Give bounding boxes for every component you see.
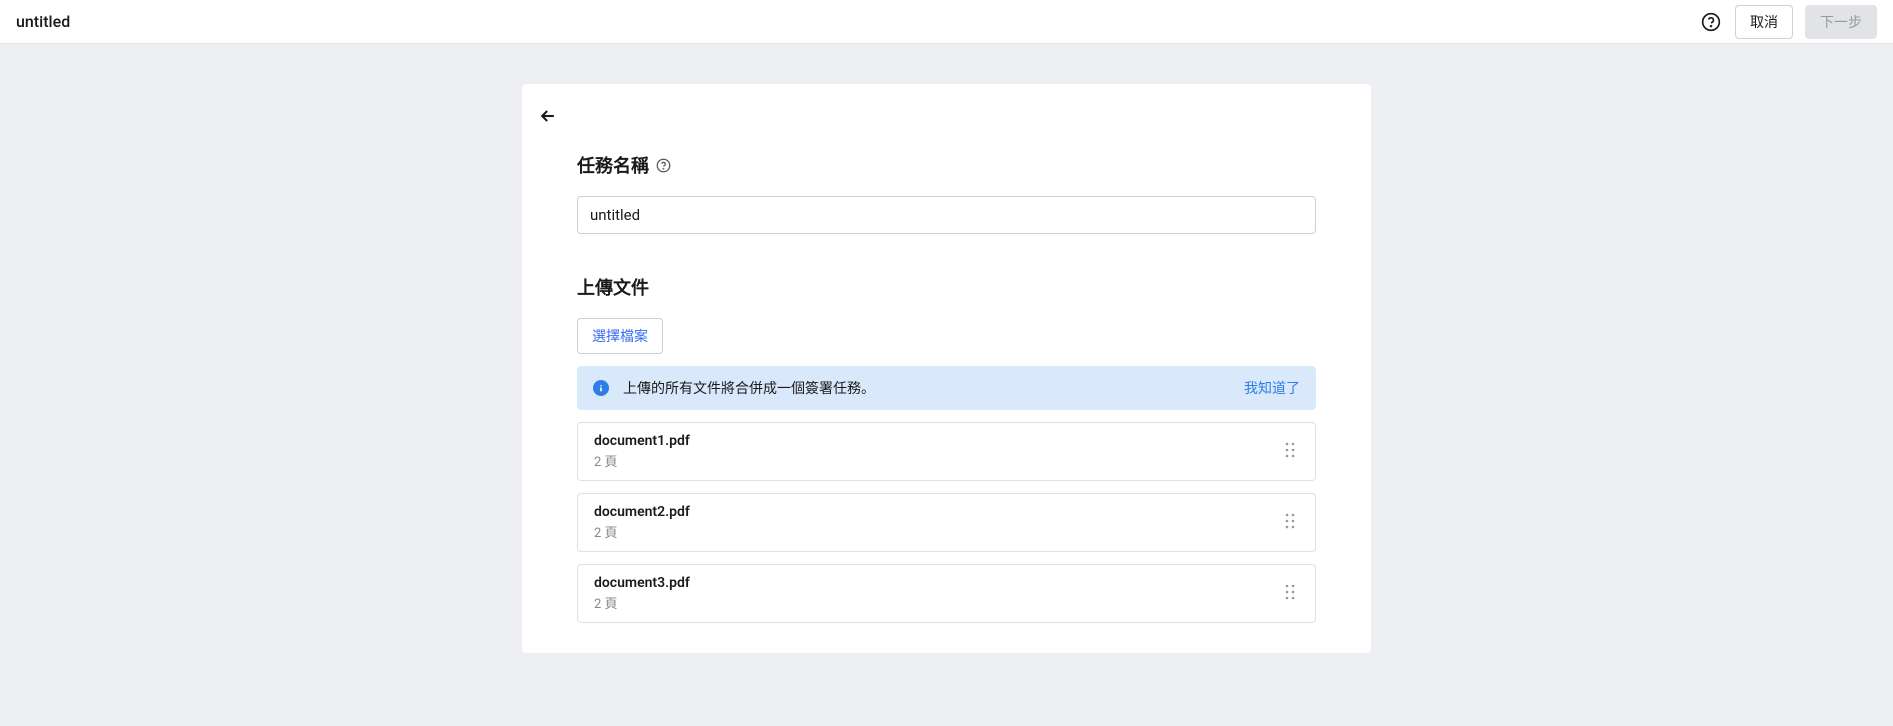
- content: 任務名稱 上傳文件 選擇檔案: [522, 128, 1371, 623]
- header-actions: 取消 下一步: [1699, 5, 1877, 39]
- drag-handle-icon[interactable]: [1281, 509, 1299, 537]
- upload-section: 上傳文件 選擇檔案 上傳的所有文件將合併成一個簽署任務。 我知道了: [577, 274, 1316, 623]
- file-pages: 2 頁: [594, 522, 690, 541]
- file-item: document2.pdf 2 頁: [577, 493, 1316, 552]
- info-icon: [593, 380, 609, 396]
- main: 任務名稱 上傳文件 選擇檔案: [0, 44, 1893, 653]
- next-button[interactable]: 下一步: [1805, 5, 1877, 39]
- file-pages: 2 頁: [594, 593, 690, 612]
- alert-text: 上傳的所有文件將合併成一個簽署任務。: [623, 378, 875, 398]
- drag-handle-icon[interactable]: [1281, 438, 1299, 466]
- upload-label: 上傳文件: [577, 274, 1316, 300]
- card: 任務名稱 上傳文件 選擇檔案: [522, 84, 1371, 653]
- task-name-label: 任務名稱: [577, 152, 1316, 178]
- help-icon[interactable]: [655, 157, 671, 173]
- file-list: document1.pdf 2 頁: [577, 422, 1316, 623]
- cancel-button[interactable]: 取消: [1735, 5, 1793, 39]
- task-name-label-text: 任務名稱: [577, 152, 649, 178]
- file-item: document1.pdf 2 頁: [577, 422, 1316, 481]
- alert-dismiss[interactable]: 我知道了: [1244, 378, 1300, 398]
- file-info: document1.pdf 2 頁: [594, 433, 690, 470]
- drag-handle-icon[interactable]: [1281, 580, 1299, 608]
- help-icon[interactable]: [1699, 10, 1723, 34]
- file-name: document2.pdf: [594, 504, 690, 520]
- header: untitled 取消 下一步: [0, 0, 1893, 44]
- file-pages: 2 頁: [594, 451, 690, 470]
- file-info: document3.pdf 2 頁: [594, 575, 690, 612]
- file-name: document1.pdf: [594, 433, 690, 449]
- file-item: document3.pdf 2 頁: [577, 564, 1316, 623]
- task-name-input[interactable]: [577, 196, 1316, 234]
- alert-left: 上傳的所有文件將合併成一個簽署任務。: [593, 378, 875, 398]
- page-title: untitled: [16, 12, 70, 31]
- file-name: document3.pdf: [594, 575, 690, 591]
- file-info: document2.pdf 2 頁: [594, 504, 690, 541]
- task-name-section: 任務名稱: [577, 152, 1316, 234]
- select-file-button[interactable]: 選擇檔案: [577, 318, 663, 354]
- back-button[interactable]: [536, 104, 560, 128]
- merge-alert: 上傳的所有文件將合併成一個簽署任務。 我知道了: [577, 366, 1316, 410]
